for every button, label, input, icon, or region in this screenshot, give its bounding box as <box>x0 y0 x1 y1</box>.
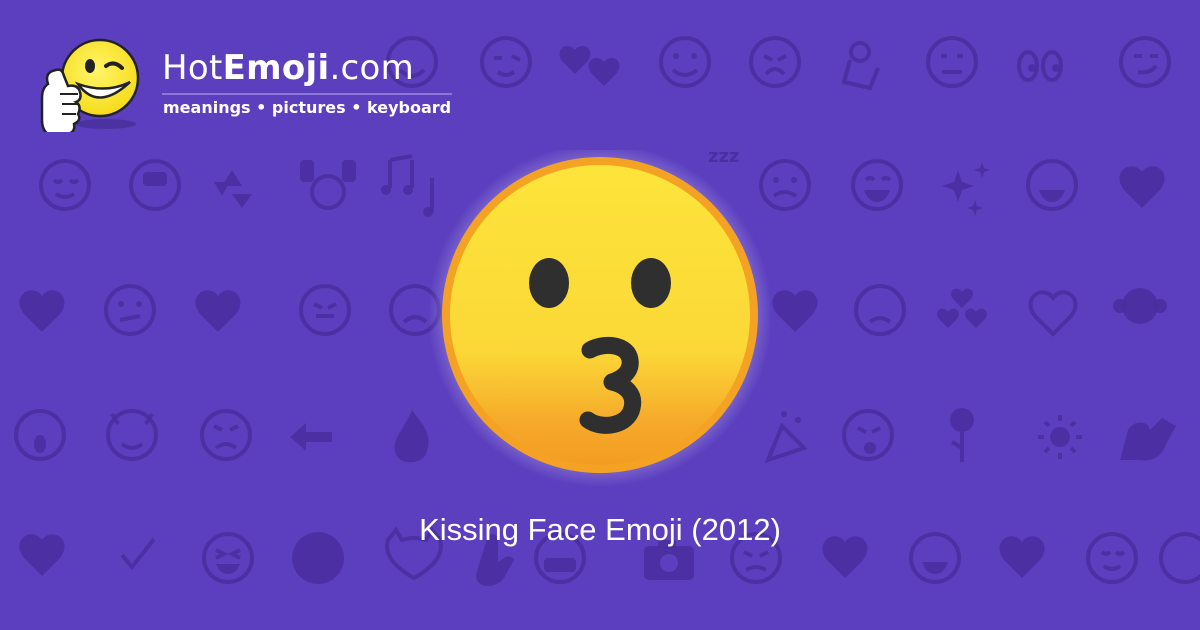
smiling-devil-icon <box>106 409 158 461</box>
grinning-face-icon <box>851 159 903 211</box>
site-logo[interactable]: HotEmoji.com meanings • pictures • keybo… <box>40 36 470 132</box>
fire-icon <box>394 410 429 463</box>
screaming-face-icon <box>14 409 66 461</box>
thumbs-up-winking-face-icon <box>40 38 140 132</box>
winking-face-icon <box>480 36 532 88</box>
logo-divider <box>162 93 452 95</box>
left-eye <box>529 258 569 308</box>
emoji-title: Kissing Face Emoji (2012) <box>419 512 781 547</box>
confused-face-icon <box>104 284 156 336</box>
tongue-face-icon <box>299 284 351 336</box>
right-eye <box>631 258 671 308</box>
sparkles-icon <box>942 162 990 216</box>
angry-face-icon <box>200 409 252 461</box>
musical-notes-icon <box>381 154 434 217</box>
heart-icon <box>195 290 241 332</box>
heart-arrow-icon <box>772 290 818 332</box>
smirking-face-icon <box>1119 36 1171 88</box>
eyes-icon <box>1017 50 1063 82</box>
tongue-face-icon <box>842 409 894 461</box>
site-name-suffix: .com <box>329 48 415 88</box>
flexed-biceps-icon <box>1120 418 1176 461</box>
monkey-icon <box>1113 288 1167 324</box>
recycle-icon <box>214 170 252 208</box>
grinning-face-icon <box>659 36 711 88</box>
rose-icon <box>950 408 974 462</box>
left-arrow-icon <box>290 423 332 451</box>
revolving-hearts-icon <box>937 288 987 328</box>
site-name-bold: Emoji <box>222 48 330 88</box>
party-popper-icon <box>764 411 808 464</box>
kissing-face-icon <box>430 150 770 487</box>
two-hearts-icon <box>559 45 620 86</box>
broken-heart-icon <box>19 290 65 332</box>
heart-icon <box>1119 166 1165 208</box>
site-tagline: meanings • pictures • keyboard <box>163 98 452 117</box>
sun-icon <box>1038 415 1082 459</box>
site-name-prefix: Hot <box>162 48 223 88</box>
grinning-face-icon <box>1026 159 1078 211</box>
face-with-mouth-icon <box>129 159 181 211</box>
ok-hand-icon <box>841 41 880 91</box>
heart-icon <box>1028 290 1078 337</box>
relieved-face-icon <box>39 159 91 211</box>
neutral-face-icon <box>926 36 978 88</box>
tired-face-icon <box>854 284 906 336</box>
site-name[interactable]: HotEmoji.com <box>162 48 414 88</box>
weary-face-icon <box>749 36 801 88</box>
raising-hands-icon <box>300 160 356 210</box>
